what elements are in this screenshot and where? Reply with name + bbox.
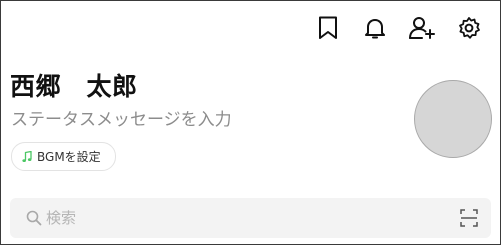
profile-screen: 西郷 太郎 ステータスメッセージを入力 BGMを設定	[0, 0, 501, 245]
bookmark-button[interactable]	[304, 13, 351, 43]
notifications-button[interactable]	[351, 13, 398, 43]
search-input[interactable]	[46, 209, 426, 227]
add-friend-icon	[408, 17, 435, 39]
set-bgm-label: BGMを設定	[37, 150, 101, 164]
status-message-placeholder[interactable]: ステータスメッセージを入力	[11, 105, 232, 130]
avatar[interactable]	[414, 80, 492, 158]
set-bgm-button[interactable]: BGMを設定	[11, 142, 116, 171]
scan-icon	[460, 209, 478, 227]
gear-icon	[458, 17, 480, 39]
scan-button[interactable]	[459, 208, 479, 228]
music-note-icon	[22, 150, 32, 162]
search-bar	[10, 198, 491, 238]
bookmark-icon	[318, 16, 337, 39]
add-friend-button[interactable]	[398, 13, 445, 43]
search-icon	[26, 210, 42, 226]
profile-name[interactable]: 西郷 太郎	[10, 67, 138, 103]
top-toolbar	[304, 13, 492, 43]
bell-icon	[364, 19, 385, 39]
settings-button[interactable]	[445, 13, 492, 43]
